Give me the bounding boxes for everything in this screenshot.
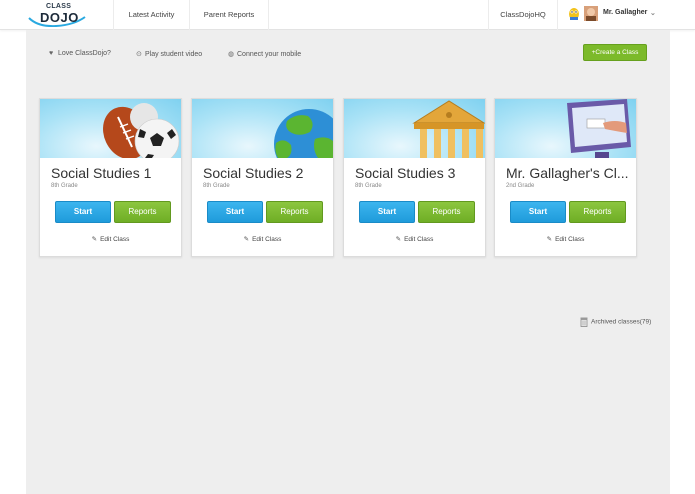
logo-class-text: CLASS xyxy=(46,3,72,10)
pencil-icon: ✎ xyxy=(546,236,553,243)
class-title: Mr. Gallagher's Cl... xyxy=(506,165,629,181)
connect-mobile-link[interactable]: ◍ Connect your mobile xyxy=(228,50,301,58)
class-title: Social Studies 2 xyxy=(203,165,304,181)
edit-class-label: Edit Class xyxy=(404,236,434,243)
pencil-icon: ✎ xyxy=(91,236,98,243)
play-student-video-link[interactable]: ⊙ Play student video xyxy=(136,50,202,58)
greek-temple-icon xyxy=(412,100,485,158)
chevron-down-icon: ⌄ xyxy=(650,10,656,17)
love-classdojo-link[interactable]: ♥ Love ClassDojo? xyxy=(49,50,111,57)
edit-class-link[interactable]: ✎ Edit Class xyxy=(40,235,181,243)
class-grade: 8th Grade xyxy=(51,183,78,189)
archived-classes-link[interactable]: Archived classes(79) xyxy=(580,317,651,327)
teacher-avatar-icon xyxy=(584,6,598,21)
nav-latest-activity[interactable]: Latest Activity xyxy=(113,0,189,30)
pencil-icon: ✎ xyxy=(395,236,402,243)
class-banner-sports-balls xyxy=(40,99,181,158)
reports-button[interactable]: Reports xyxy=(569,201,626,223)
reports-button[interactable]: Reports xyxy=(266,201,323,223)
create-class-button[interactable]: +Create a Class xyxy=(583,44,647,61)
logo-dojo-text: DOJO xyxy=(40,10,79,25)
start-button[interactable]: Start xyxy=(359,201,415,223)
class-grade: 8th Grade xyxy=(355,183,382,189)
globe-icon: ◍ xyxy=(228,51,235,58)
pencil-icon: ✎ xyxy=(243,236,250,243)
connect-mobile-label: Connect your mobile xyxy=(237,51,302,58)
edit-class-label: Edit Class xyxy=(100,236,130,243)
edit-class-link[interactable]: ✎ Edit Class xyxy=(495,235,636,243)
computer-screen-icon xyxy=(567,99,631,158)
user-name: Mr. Gallagher xyxy=(603,9,648,16)
class-banner-computer-screen xyxy=(495,99,636,158)
class-banner-greek-temple xyxy=(344,99,485,158)
edit-class-label: Edit Class xyxy=(555,236,585,243)
class-grade: 8th Grade xyxy=(203,183,230,189)
edit-class-link[interactable]: ✎ Edit Class xyxy=(344,235,485,243)
start-button[interactable]: Start xyxy=(207,201,263,223)
class-card[interactable]: Mr. Gallagher's Cl... 2nd Grade Start Re… xyxy=(494,98,637,257)
archived-classes-label: Archived classes(79) xyxy=(591,318,652,326)
monster-avatar-icon xyxy=(569,8,579,20)
heart-icon: ♥ xyxy=(49,50,54,57)
classdojo-logo[interactable]: CLASS DOJO xyxy=(28,2,86,28)
love-classdojo-label: Love ClassDojo? xyxy=(58,50,111,57)
class-title: Social Studies 1 xyxy=(51,165,152,181)
sports-balls-icon xyxy=(103,103,180,158)
nav-parent-reports[interactable]: Parent Reports xyxy=(189,0,269,30)
top-navigation-bar: CLASS DOJO Latest Activity Parent Report… xyxy=(0,0,695,30)
trash-icon xyxy=(580,317,588,327)
start-button[interactable]: Start xyxy=(510,201,566,223)
globe-icon xyxy=(274,109,333,158)
class-card[interactable]: Social Studies 3 8th Grade Start Reports… xyxy=(343,98,486,257)
edit-class-link[interactable]: ✎ Edit Class xyxy=(192,235,333,243)
class-title: Social Studies 3 xyxy=(355,165,456,181)
edit-class-label: Edit Class xyxy=(252,236,282,243)
class-banner-globe xyxy=(192,99,333,158)
nav-classdojo-hq[interactable]: ClassDojoHQ xyxy=(488,0,558,30)
reports-button[interactable]: Reports xyxy=(418,201,475,223)
start-button[interactable]: Start xyxy=(55,201,111,223)
class-card[interactable]: Social Studies 2 8th Grade Start Reports… xyxy=(191,98,334,257)
play-icon: ⊙ xyxy=(136,51,142,58)
class-card[interactable]: Social Studies 1 8th Grade Start Reports… xyxy=(39,98,182,257)
play-student-video-label: Play student video xyxy=(145,51,203,58)
class-grade: 2nd Grade xyxy=(506,183,535,189)
reports-button[interactable]: Reports xyxy=(114,201,171,223)
